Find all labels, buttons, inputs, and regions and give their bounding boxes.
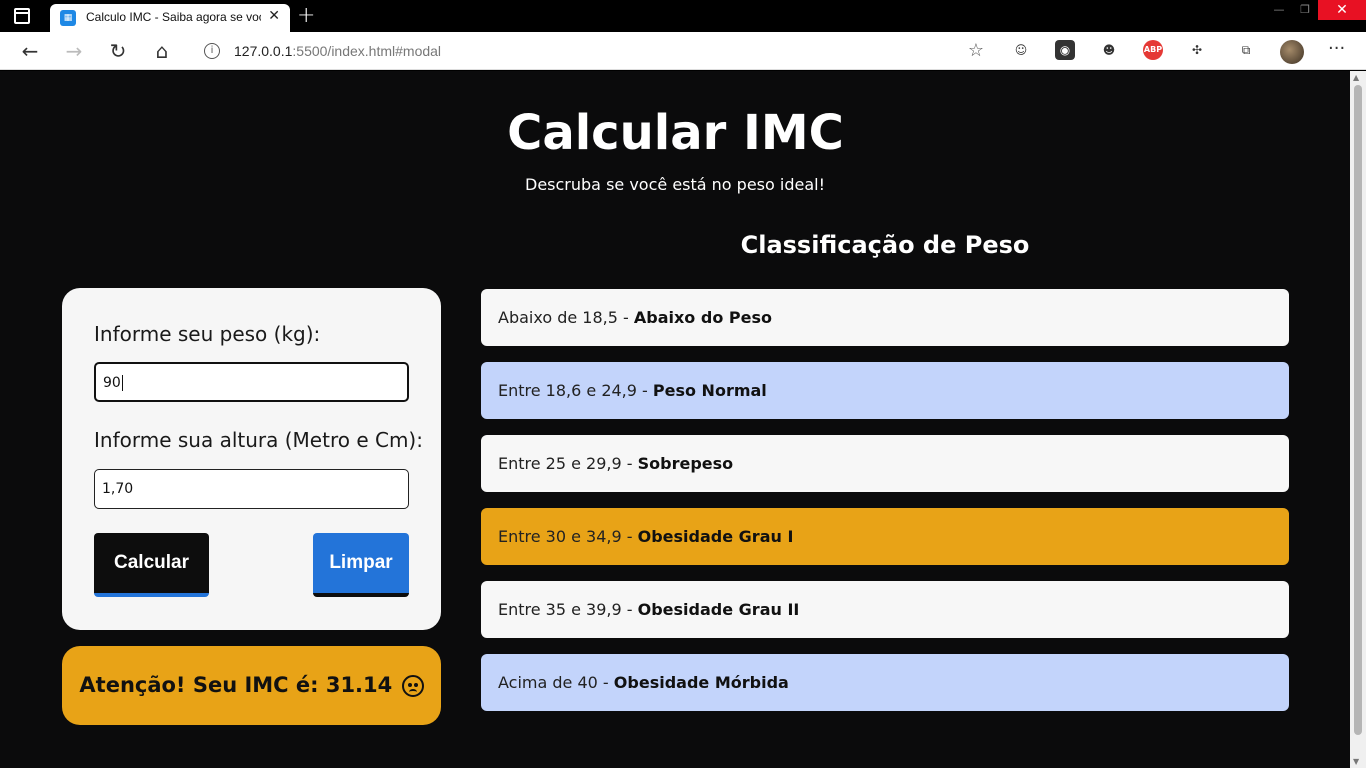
reload-icon[interactable]: ↻ <box>106 39 130 63</box>
text-caret <box>121 375 123 391</box>
new-tab-icon[interactable]: + <box>297 3 315 28</box>
classification-range: Entre 18,6 e 24,9 - <box>498 381 653 400</box>
more-menu-icon[interactable]: ··· <box>1328 38 1345 59</box>
page-viewport: Calcular IMC Descruba se você está no pe… <box>0 71 1350 768</box>
scrollbar-thumb[interactable] <box>1354 85 1362 735</box>
list-item: Entre 25 e 29,9 - Sobrepeso <box>481 435 1289 492</box>
url-text[interactable]: 127.0.0.1:5500/index.html#modal <box>234 43 441 59</box>
calculator-favicon-icon: ▦ <box>60 10 76 26</box>
peso-label: Informe seu peso (kg): <box>94 322 321 346</box>
camera-extension-icon[interactable]: ◉ <box>1055 40 1075 60</box>
puzzle-icon[interactable]: ✣ <box>1187 40 1207 60</box>
classification-range: Acima de 40 - <box>498 673 614 692</box>
collections-icon[interactable]: ⧉ <box>1236 40 1256 60</box>
list-item: Abaixo de 18,5 - Abaixo do Peso <box>481 289 1289 346</box>
result-text: Atenção! Seu IMC é: 31.14 <box>79 673 393 697</box>
url-host: 127.0.0.1 <box>234 43 293 59</box>
add-favorite-icon[interactable]: ☆ <box>968 40 984 61</box>
forward-arrow-icon[interactable]: → <box>62 39 86 63</box>
altura-input[interactable]: 1,70 <box>94 469 409 509</box>
peso-input[interactable]: 90 <box>94 362 409 402</box>
classification-name: Obesidade Grau I <box>637 527 794 546</box>
scroll-down-icon[interactable]: ▼ <box>1353 757 1359 766</box>
restore-icon[interactable]: ❐ <box>1288 0 1322 20</box>
altura-label: Informe sua altura (Metro e Cm): <box>94 428 423 452</box>
classification-name: Peso Normal <box>652 381 767 400</box>
classification-name: Obesidade Grau II <box>637 600 800 619</box>
home-icon[interactable]: ⌂ <box>150 39 174 63</box>
imc-result-banner: Atenção! Seu IMC é: 31.14 <box>62 646 441 725</box>
limpar-button[interactable]: Limpar <box>313 533 409 597</box>
classification-title: Classificação de Peso <box>740 231 1030 259</box>
browser-toolbar: ← → ↻ ⌂ i 127.0.0.1:5500/index.html#moda… <box>0 32 1366 70</box>
adblock-icon[interactable]: ABP <box>1143 40 1163 60</box>
classification-name: Abaixo do Peso <box>633 308 772 327</box>
worried-face-icon <box>401 675 424 697</box>
tab-title: Calculo IMC - Saiba agora se você <box>86 10 261 24</box>
profile-avatar[interactable] <box>1280 40 1304 64</box>
browser-tab-bar: ▦ Calculo IMC - Saiba agora se você ✕ + … <box>0 0 1366 32</box>
altura-value: 1,70 <box>102 481 134 497</box>
tab-close-icon[interactable]: ✕ <box>268 8 280 24</box>
address-bar[interactable]: i 127.0.0.1:5500/index.html#modal ☆ <box>190 36 994 66</box>
page-title: Calcular IMC <box>507 105 844 161</box>
robot-extension-icon[interactable]: ☻ <box>1099 40 1119 60</box>
list-item: Entre 35 e 39,9 - Obesidade Grau II <box>481 581 1289 638</box>
calcular-button[interactable]: Calcular <box>94 533 209 597</box>
page-scrollbar[interactable]: ▲ ▼ <box>1350 71 1366 768</box>
list-item: Entre 30 e 34,9 - Obesidade Grau I <box>481 508 1289 565</box>
scroll-up-icon[interactable]: ▲ <box>1353 73 1359 82</box>
classification-name: Sobrepeso <box>637 454 734 473</box>
classification-range: Entre 30 e 34,9 - <box>498 527 638 546</box>
list-item: Acima de 40 - Obesidade Mórbida <box>481 654 1289 711</box>
page-subtitle: Descruba se você está no peso ideal! <box>525 175 825 194</box>
sidebar-toggle-icon[interactable] <box>14 8 30 24</box>
back-arrow-icon[interactable]: ← <box>18 39 42 63</box>
list-item: Entre 18,6 e 24,9 - Peso Normal <box>481 362 1289 419</box>
classification-range: Entre 35 e 39,9 - <box>498 600 638 619</box>
classification-name: Obesidade Mórbida <box>613 673 789 692</box>
extension-icon[interactable]: ☺ <box>1011 40 1031 60</box>
url-path: :5500/index.html#modal <box>292 43 442 59</box>
browser-tab[interactable]: ▦ Calculo IMC - Saiba agora se você ✕ <box>50 4 290 32</box>
info-icon[interactable]: i <box>204 43 220 59</box>
peso-value: 90 <box>103 375 121 391</box>
classification-range: Entre 25 e 29,9 - <box>498 454 638 473</box>
classification-range: Abaixo de 18,5 - <box>498 308 634 327</box>
close-window-icon[interactable]: ✕ <box>1318 0 1366 20</box>
imc-form-card: Informe seu peso (kg): 90 Informe sua al… <box>62 288 441 630</box>
